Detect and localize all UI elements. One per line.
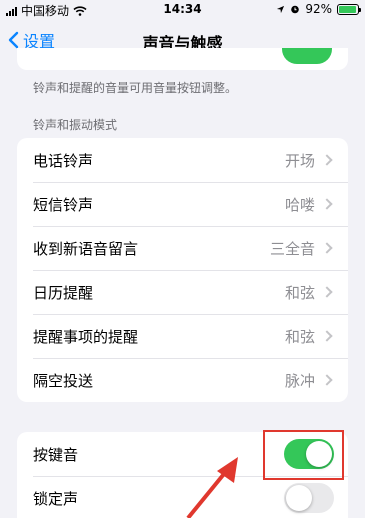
row-label: 收到新语音留言	[33, 239, 139, 258]
battery-level	[339, 5, 356, 13]
battery-icon	[337, 3, 361, 15]
location-icon	[277, 5, 285, 13]
row-label: 提醒事项的提醒	[33, 327, 139, 346]
ringtones-card: 电话铃声 开场 短信铃声 哈喽 收到新语音留言 三全音 日历提醒 和弦 提醒事项…	[17, 138, 348, 402]
annotation-arrow-icon	[186, 457, 238, 518]
row-label: 日历提醒	[33, 283, 94, 302]
chevron-right-icon	[321, 242, 333, 254]
annotation-highlight-box	[263, 430, 344, 480]
row-value: 三全音	[269, 239, 315, 258]
row-value: 开场	[284, 151, 315, 170]
row-value: 和弦	[284, 327, 315, 346]
chevron-right-icon	[321, 198, 333, 210]
alarm-icon	[291, 5, 300, 14]
chevron-right-icon	[321, 374, 333, 386]
row-phone-ringtone[interactable]: 电话铃声 开场	[17, 138, 348, 182]
lock-sound-toggle[interactable]	[284, 483, 334, 513]
status-right: 92%	[276, 2, 361, 16]
volume-card-partial	[17, 48, 348, 70]
row-airdrop[interactable]: 隔空投送 脉冲	[17, 358, 348, 402]
row-value: 哈喽	[284, 195, 315, 214]
row-sms-tone[interactable]: 短信铃声 哈喽	[17, 182, 348, 226]
battery-percent: 92%	[305, 2, 332, 16]
volume-footnote: 铃声和提醒的音量可用音量按钮调整。	[33, 81, 238, 95]
chevron-right-icon	[321, 154, 333, 166]
row-reminder-alert[interactable]: 提醒事项的提醒 和弦	[17, 314, 348, 358]
settings-screen: 中国移动 14:34 92% 设置 声音与触感 铃声和提醒的音量可用音量按钮调整…	[0, 0, 365, 518]
row-label: 短信铃声	[33, 195, 94, 214]
row-value: 和弦	[284, 283, 315, 302]
row-label: 电话铃声	[33, 151, 94, 170]
chevron-right-icon	[321, 330, 333, 342]
chevron-right-icon	[321, 286, 333, 298]
status-bar: 中国移动 14:34 92%	[0, 0, 365, 20]
row-voicemail-tone[interactable]: 收到新语音留言 三全音	[17, 226, 348, 270]
toggle-partial[interactable]	[282, 48, 332, 64]
row-calendar-alert[interactable]: 日历提醒 和弦	[17, 270, 348, 314]
ringtones-section-header: 铃声和振动模式	[33, 118, 118, 132]
row-label: 隔空投送	[33, 371, 94, 390]
row-value: 脉冲	[284, 371, 315, 390]
toggle-knob	[286, 485, 312, 511]
